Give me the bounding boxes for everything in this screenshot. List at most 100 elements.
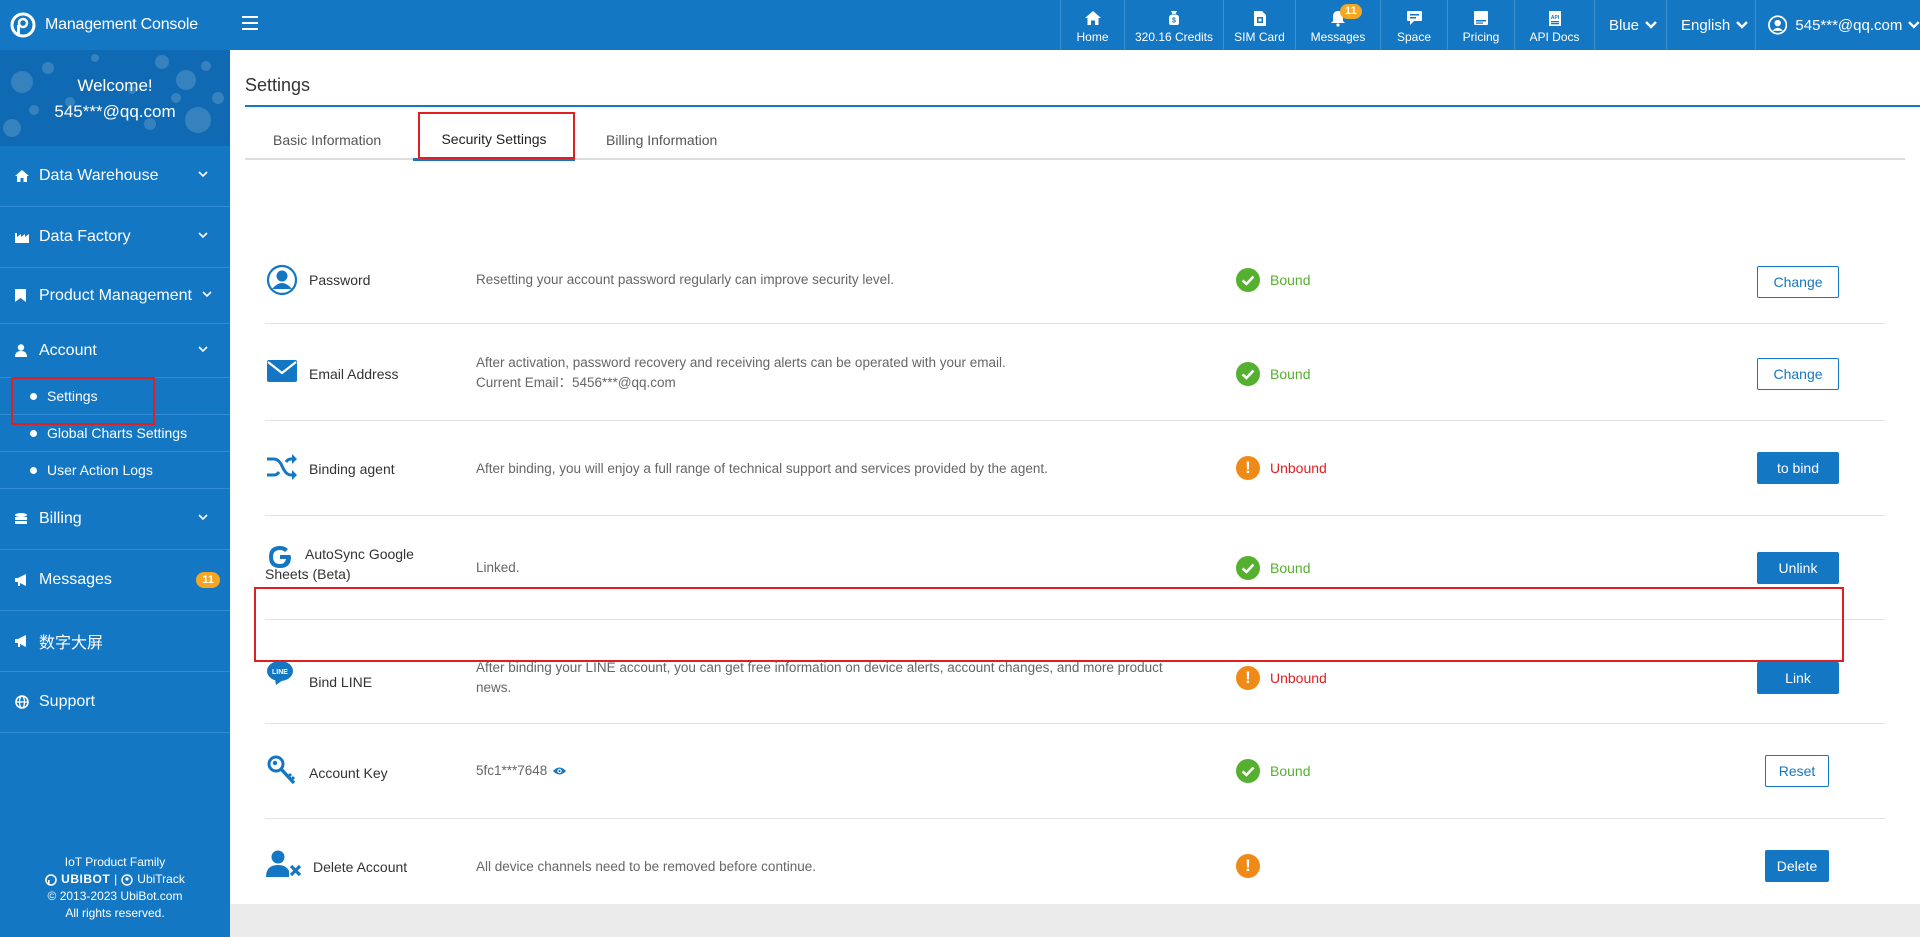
chevron-down-icon bbox=[198, 514, 208, 521]
reset-key-button[interactable]: Reset bbox=[1765, 755, 1829, 787]
user-dropdown[interactable]: 545***@qq.com bbox=[1755, 0, 1920, 50]
ubibot-logo-icon bbox=[45, 873, 57, 886]
sidebar: Welcome! 545***@qq.com Data Warehouse Da… bbox=[0, 50, 230, 937]
status-badge: Bound bbox=[1236, 362, 1310, 386]
brand-title: Management Console bbox=[45, 16, 198, 33]
setting-description: Resetting your account password regularl… bbox=[476, 272, 894, 287]
envelope-icon bbox=[265, 354, 299, 388]
footer-bar bbox=[230, 904, 1920, 937]
main-content: Settings Basic Information Security Sett… bbox=[230, 50, 1920, 937]
language-dropdown[interactable]: English bbox=[1666, 0, 1755, 50]
setting-description: All device channels need to be removed b… bbox=[476, 859, 816, 874]
menu-toggle-icon[interactable] bbox=[242, 16, 258, 32]
messages-badge: 11 bbox=[1340, 4, 1362, 19]
eye-icon[interactable] bbox=[552, 766, 567, 776]
account-key-value: 5fc1***7648 bbox=[476, 761, 567, 781]
sidebar-item-billing[interactable]: Billing bbox=[0, 489, 230, 550]
chevron-down-icon bbox=[198, 345, 208, 352]
chevron-down-icon bbox=[198, 171, 208, 178]
ubibot-logo-icon bbox=[10, 12, 36, 38]
brand[interactable]: Management Console bbox=[10, 0, 198, 50]
nav-credits[interactable]: $ 320.16 Credits bbox=[1124, 0, 1223, 50]
sidebar-item-data-warehouse[interactable]: Data Warehouse bbox=[0, 146, 230, 207]
row-account-key: Account Key 5fc1***7648 Bound Reset bbox=[265, 724, 1885, 819]
api-icon: API bbox=[1545, 8, 1565, 28]
globe-icon bbox=[15, 695, 29, 709]
setting-name: Account Key bbox=[309, 765, 388, 781]
svg-text:$: $ bbox=[1172, 18, 1176, 25]
status-badge: Bound bbox=[1236, 759, 1310, 783]
ubitrack-brand: UbiTrack bbox=[137, 872, 185, 886]
check-circle-icon bbox=[1236, 362, 1260, 386]
setting-name: Binding agent bbox=[309, 461, 395, 477]
unlink-google-button[interactable]: Unlink bbox=[1757, 552, 1839, 584]
sidebar-subitem-global-charts-settings[interactable]: Global Charts Settings bbox=[0, 415, 230, 452]
sidebar-item-support[interactable]: Support bbox=[0, 672, 230, 733]
exclamation-circle-icon: ! bbox=[1236, 854, 1260, 878]
tab-basic-information[interactable]: Basic Information bbox=[273, 120, 381, 160]
welcome-panel: Welcome! 545***@qq.com bbox=[0, 50, 230, 146]
row-google-sheets: AutoSync Google Sheets (Beta) Linked. Bo… bbox=[265, 516, 1885, 620]
ubitrack-logo-icon bbox=[121, 873, 133, 886]
nav-pricing[interactable]: Pricing bbox=[1447, 0, 1514, 50]
theme-dropdown[interactable]: Blue bbox=[1594, 0, 1666, 50]
bind-agent-button[interactable]: to bind bbox=[1757, 452, 1839, 484]
chat-icon bbox=[1404, 8, 1424, 28]
user-icon bbox=[15, 344, 29, 358]
nav-space[interactable]: Space bbox=[1380, 0, 1447, 50]
welcome-text: Welcome! bbox=[77, 76, 153, 95]
welcome-user: 545***@qq.com bbox=[54, 102, 176, 121]
tab-billing-information[interactable]: Billing Information bbox=[606, 120, 717, 160]
setting-name: Bind LINE bbox=[309, 674, 373, 690]
nav-home[interactable]: Home bbox=[1060, 0, 1124, 50]
ubibot-brand: UBIBOT bbox=[61, 872, 111, 886]
status-badge: ! Unbound bbox=[1236, 456, 1327, 480]
nav-sim-card[interactable]: SIM Card bbox=[1223, 0, 1295, 50]
nav-api-docs[interactable]: API API Docs bbox=[1514, 0, 1594, 50]
chevron-down-icon bbox=[202, 290, 212, 297]
setting-name: Email Address bbox=[309, 366, 399, 382]
setting-description: After activation, password recovery and … bbox=[476, 353, 1006, 393]
sidebar-item-digital-screen[interactable]: 数字大屏 bbox=[0, 611, 230, 672]
setting-description: After binding your LINE account, you can… bbox=[476, 660, 1163, 695]
megaphone-icon bbox=[15, 634, 29, 648]
line-app-icon: LINE bbox=[265, 656, 295, 690]
exclamation-circle-icon: ! bbox=[1236, 456, 1260, 480]
chevron-down-icon bbox=[198, 232, 208, 239]
chevron-down-icon bbox=[1736, 21, 1749, 29]
row-password: Password Resetting your account password… bbox=[265, 240, 1885, 324]
row-email-address: Email Address After activation, password… bbox=[265, 324, 1885, 421]
database-icon bbox=[15, 512, 29, 526]
row-bind-line: LINE Bind LINE After binding your LINE a… bbox=[265, 620, 1885, 724]
key-icon bbox=[265, 754, 299, 788]
svg-text:API: API bbox=[1550, 15, 1559, 21]
user-avatar-icon bbox=[1768, 15, 1788, 35]
tab-security-settings[interactable]: Security Settings bbox=[413, 120, 575, 161]
change-password-button[interactable]: Change bbox=[1757, 266, 1839, 298]
megaphone-icon bbox=[15, 573, 29, 587]
sidebar-subitem-settings[interactable]: Settings bbox=[0, 378, 230, 415]
bullet-icon bbox=[30, 429, 37, 437]
setting-name: Delete Account bbox=[313, 859, 408, 875]
top-nav: Home $ 320.16 Credits SIM Card Messages … bbox=[1060, 0, 1920, 50]
setting-name: AutoSync Google bbox=[305, 546, 414, 562]
pricing-icon bbox=[1471, 8, 1491, 28]
sidebar-item-data-factory[interactable]: Data Factory bbox=[0, 207, 230, 268]
page-title: Settings bbox=[245, 75, 311, 95]
setting-description: After binding, you will enjoy a full ran… bbox=[476, 461, 1048, 476]
nav-messages[interactable]: Messages 11 bbox=[1295, 0, 1380, 50]
delete-account-button[interactable]: Delete bbox=[1765, 850, 1829, 882]
sidebar-item-product-management[interactable]: Product Management bbox=[0, 268, 230, 324]
chevron-down-icon bbox=[1908, 21, 1920, 29]
sidebar-item-messages[interactable]: Messages 11 bbox=[0, 550, 230, 611]
current-email: Current Email：5456***@qq.com bbox=[476, 375, 676, 390]
chevron-down-icon bbox=[1645, 21, 1657, 29]
change-email-button[interactable]: Change bbox=[1757, 358, 1839, 390]
bullet-icon bbox=[30, 392, 37, 400]
sidebar-subitem-user-action-logs[interactable]: User Action Logs bbox=[0, 452, 230, 489]
exclamation-circle-icon: ! bbox=[1236, 666, 1260, 690]
sidebar-item-account[interactable]: Account bbox=[0, 324, 230, 378]
user-circle-icon bbox=[265, 263, 299, 297]
divider bbox=[245, 105, 1920, 107]
link-line-button[interactable]: Link bbox=[1757, 662, 1839, 694]
